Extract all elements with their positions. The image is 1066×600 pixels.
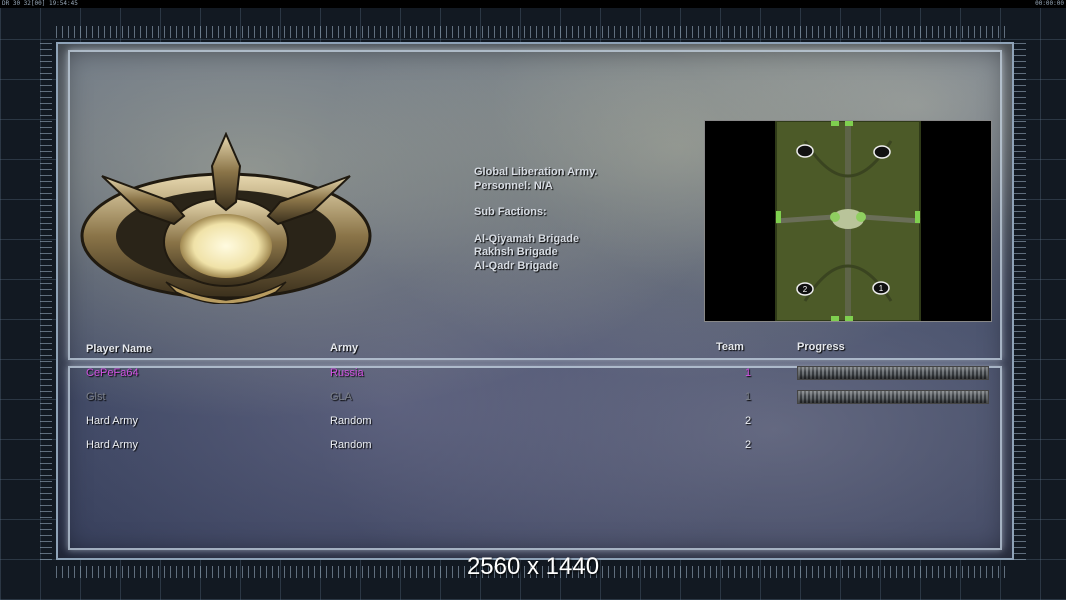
header-army: Army	[330, 342, 359, 354]
player-progress-bar	[797, 390, 989, 404]
header-progress: Progress	[797, 341, 845, 353]
player-name: CePeFa64	[86, 367, 139, 379]
faction-name: Global Liberation Army.	[474, 166, 598, 178]
header-team: Team	[716, 341, 744, 353]
ruler-left	[40, 40, 52, 560]
player-army: Russia	[330, 367, 364, 379]
player-name: Glst	[86, 391, 106, 403]
start-position-label: 2	[803, 285, 808, 294]
faction-personnel: Personnel: N/A	[474, 179, 553, 192]
status-bar: DR 30 32[00] 19:54:45 00:00:00	[0, 0, 1066, 8]
header-player-name: Player Name	[86, 343, 153, 355]
status-right: 00:00:00	[1035, 0, 1064, 7]
map-preview: 2 1	[704, 120, 992, 322]
player-army: Random	[330, 415, 372, 427]
sub-faction-item: Al-Qiyamah Brigade	[474, 232, 580, 245]
faction-info: Global Liberation Army. Personnel: N/A S…	[474, 166, 597, 273]
resolution-label: 2560 x 1440	[466, 553, 600, 580]
status-left: DR 30 32[00] 19:54:45	[2, 0, 78, 7]
sub-faction-item: Rakhsh Brigade	[474, 246, 558, 258]
start-position-label: 1	[879, 284, 884, 293]
player-name: Hard Army	[86, 439, 138, 451]
player-army: GLA	[330, 391, 353, 403]
sub-factions-header: Sub Factions:	[474, 206, 547, 218]
player-name: Hard Army	[86, 415, 138, 427]
gla-emblem-icon	[80, 132, 372, 304]
player-team: 1	[745, 367, 752, 379]
player-team: 2	[745, 439, 752, 451]
sub-faction-item: Al-Qadr Brigade	[474, 259, 559, 272]
ruler-right	[1014, 40, 1026, 560]
player-team: 1	[745, 391, 752, 403]
player-team: 2	[745, 415, 752, 427]
player-army: Random	[330, 439, 372, 451]
ruler-top	[56, 26, 1010, 38]
player-progress-bar	[797, 366, 989, 380]
